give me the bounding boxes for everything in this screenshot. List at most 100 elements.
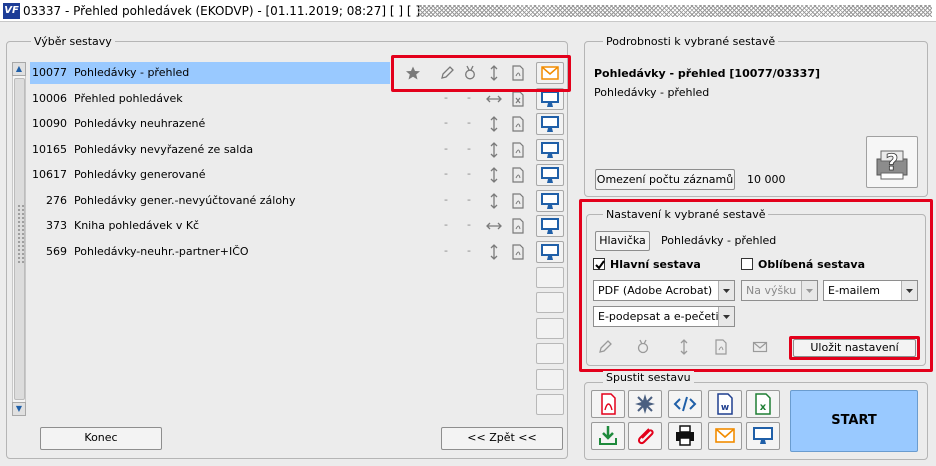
- header-button[interactable]: Hlavička: [595, 231, 650, 251]
- horizontal-arrows-icon[interactable]: [486, 91, 502, 107]
- download-button[interactable]: [591, 422, 625, 450]
- seal-placeholder: -: [467, 167, 471, 180]
- scroll-down-button[interactable]: ▼: [12, 402, 26, 416]
- monitor-icon: [537, 140, 563, 163]
- main-report-checkbox[interactable]: [593, 258, 605, 270]
- vertical-arrows-icon[interactable]: [486, 142, 502, 158]
- chevron-down-icon: [718, 281, 734, 300]
- output-button[interactable]: [536, 113, 564, 135]
- seal-placeholder: -: [467, 218, 471, 231]
- vertical-arrows-icon[interactable]: [486, 193, 502, 209]
- email-button[interactable]: [708, 422, 742, 450]
- list-scrollbar[interactable]: ▲ ▼: [12, 62, 26, 416]
- printer-button[interactable]: [668, 422, 702, 450]
- compass-button[interactable]: [628, 390, 662, 418]
- pdf-file-icon[interactable]: [510, 167, 526, 183]
- report-row[interactable]: 10090 Pohledávky neuhrazené - -: [30, 113, 564, 135]
- output-button[interactable]: [536, 164, 564, 186]
- highlight-row-actions: [391, 55, 571, 92]
- attachment-button[interactable]: [628, 422, 662, 450]
- orientation-value: Na výšku: [746, 284, 797, 297]
- monitor-icon: [537, 114, 563, 137]
- empty-output-button[interactable]: [536, 318, 564, 339]
- report-title: Pohledávky - přehled [10077/03337]: [594, 67, 820, 80]
- start-button[interactable]: START: [790, 390, 918, 452]
- vertical-arrows-icon[interactable]: [486, 244, 502, 260]
- report-code: 10165: [32, 143, 67, 156]
- favorite-report-label: Oblíbená sestava: [758, 258, 866, 271]
- code-button[interactable]: [668, 390, 702, 418]
- svg-text:?: ?: [886, 151, 899, 176]
- report-row[interactable]: 10617 Pohledávky generované - -: [30, 164, 564, 186]
- report-selection-title: Výběr sestavy: [31, 35, 115, 48]
- vertical-arrows-icon[interactable]: [676, 339, 692, 355]
- pen-placeholder: -: [444, 193, 448, 206]
- orientation-select[interactable]: Na výšku: [741, 280, 818, 301]
- pdf-file-icon[interactable]: [510, 116, 526, 132]
- close-button[interactable]: Konec: [40, 427, 162, 450]
- vertical-arrows-icon[interactable]: [486, 167, 502, 183]
- seal-placeholder: -: [467, 142, 471, 155]
- format-select[interactable]: PDF (Adobe Acrobat): [593, 280, 735, 301]
- horizontal-arrows-icon[interactable]: [486, 218, 502, 234]
- output-button[interactable]: [536, 190, 564, 212]
- report-name: Pohledávky - přehled: [74, 66, 190, 79]
- pen-icon[interactable]: [597, 339, 613, 355]
- envelope-icon[interactable]: [752, 339, 768, 355]
- empty-output-button[interactable]: [536, 394, 564, 415]
- signature-select[interactable]: E-podepsat a e-pečetit: [593, 306, 735, 327]
- title-bar-pattern: [418, 5, 932, 17]
- svg-text:x: x: [760, 402, 767, 413]
- scroll-thumb[interactable]: [14, 78, 25, 400]
- report-row[interactable]: 373 Kniha pohledávek v Kč - -: [30, 215, 564, 237]
- output-button[interactable]: [536, 215, 564, 237]
- report-row[interactable]: 569 Pohledávky-neuhr.-partner+IČO - -: [30, 241, 564, 263]
- scroll-track[interactable]: [12, 76, 26, 402]
- details-title: Podrobnosti k vybrané sestavě: [603, 35, 779, 48]
- pdf-file-icon[interactable]: [510, 218, 526, 234]
- back-button[interactable]: << Zpět <<: [441, 427, 563, 450]
- app-logo: VF: [3, 3, 20, 19]
- pen-placeholder: -: [444, 116, 448, 129]
- empty-output-button[interactable]: [536, 369, 564, 390]
- report-name: Kniha pohledávek v Kč: [74, 219, 200, 232]
- save-settings-button[interactable]: Uložit nastavení: [793, 339, 916, 357]
- excel-export-button[interactable]: x: [746, 390, 780, 418]
- output-button[interactable]: [536, 139, 564, 161]
- empty-output-button[interactable]: [536, 267, 564, 288]
- report-name: Pohledávky generované: [74, 168, 206, 181]
- pdf-file-icon[interactable]: [510, 193, 526, 209]
- report-code: 276: [46, 194, 67, 207]
- favorite-report-checkbox[interactable]: [741, 258, 753, 270]
- monitor-icon: [537, 165, 563, 188]
- report-code: 569: [46, 245, 67, 258]
- report-name: Pohledávky nevyřazené ze salda: [74, 143, 254, 156]
- record-limit-value: 10 000: [747, 173, 786, 186]
- pdf-file-icon[interactable]: [713, 339, 729, 355]
- report-row[interactable]: 276 Pohledávky gener.-nevyúčtované zálohy…: [30, 190, 564, 212]
- empty-output-button[interactable]: [536, 292, 564, 313]
- screen-button[interactable]: [746, 422, 780, 450]
- seal-placeholder: -: [467, 193, 471, 206]
- scroll-up-button[interactable]: ▲: [12, 62, 26, 76]
- empty-output-button[interactable]: [536, 343, 564, 364]
- help-printer-icon[interactable]: ?: [866, 136, 918, 188]
- pdf-export-button[interactable]: [591, 390, 625, 418]
- pdf-file-icon[interactable]: [510, 244, 526, 260]
- pdf-file-icon[interactable]: [510, 142, 526, 158]
- pen-placeholder: -: [444, 244, 448, 257]
- excel-file-icon[interactable]: [510, 91, 526, 107]
- report-row[interactable]: 10165 Pohledávky nevyřazené ze salda - -: [30, 139, 564, 161]
- record-limit-button[interactable]: Omezení počtu záznamů: [595, 169, 735, 190]
- word-export-button[interactable]: w: [708, 390, 742, 418]
- vertical-arrows-icon[interactable]: [486, 116, 502, 132]
- run-title: Spustit sestavu: [603, 371, 694, 384]
- pen-placeholder: -: [444, 218, 448, 231]
- output-button[interactable]: [536, 241, 564, 263]
- scroll-grip-icon: [17, 204, 25, 264]
- title-bar: VF 03337 - Přehled pohledávek (EKODVP) -…: [0, 0, 936, 22]
- seal-placeholder: -: [467, 116, 471, 129]
- chevron-down-icon: [718, 307, 734, 326]
- seal-icon[interactable]: [635, 339, 651, 355]
- delivery-select[interactable]: E-mailem: [823, 280, 918, 301]
